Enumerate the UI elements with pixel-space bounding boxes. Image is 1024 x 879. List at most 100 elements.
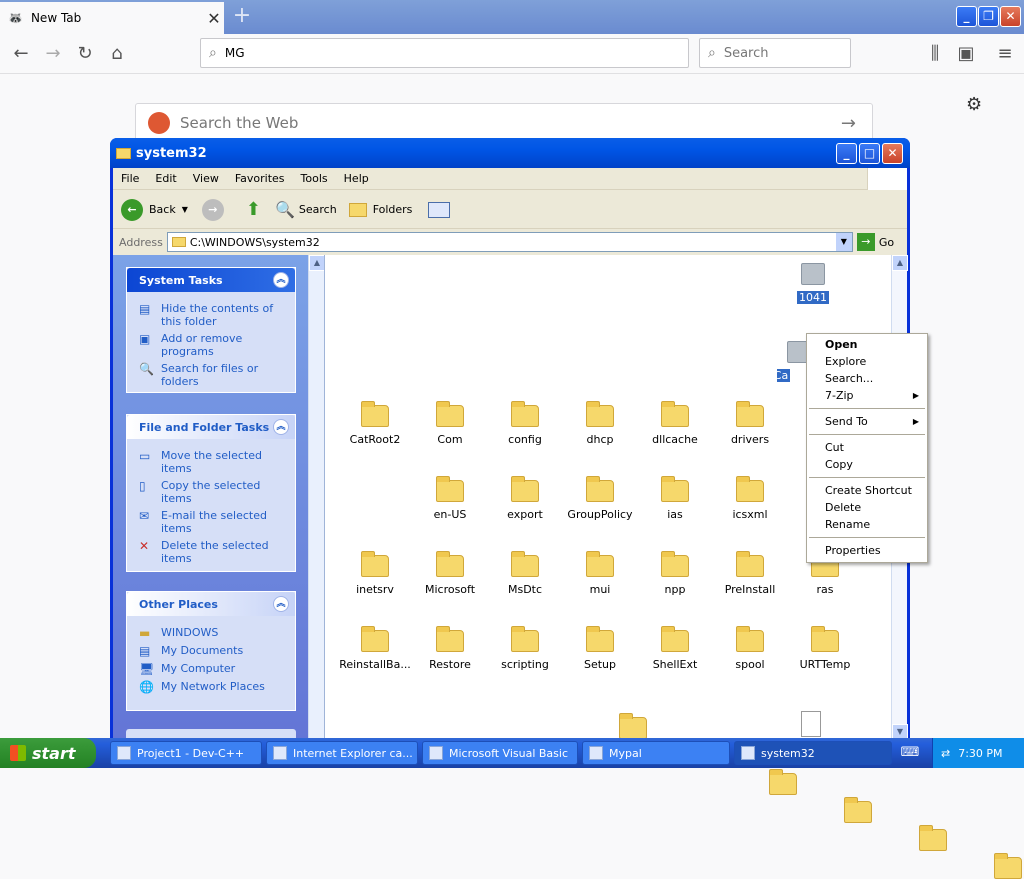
task-pane-scrollbar[interactable]: ▲ <box>308 255 325 740</box>
web-search-box[interactable]: Search the Web → <box>135 103 873 143</box>
restore-button[interactable]: ❐ <box>978 6 999 27</box>
task-move-items[interactable]: ▭ Move the selected items <box>127 447 295 477</box>
folder-item[interactable]: export <box>489 476 561 521</box>
collapse-chevron-icon[interactable]: ︽ <box>273 419 289 435</box>
folder-item[interactable]: ShellExt <box>639 626 711 671</box>
folder-item[interactable]: Restore <box>414 626 486 671</box>
file-folder-tasks-header[interactable]: File and Folder Tasks ︽ <box>127 415 295 439</box>
context-menu-item[interactable]: Cut <box>807 439 927 456</box>
folder-item[interactable]: ReinstallBa... <box>339 626 411 671</box>
menu-file[interactable]: File <box>113 172 147 185</box>
network-tray-icon[interactable]: ⇄ <box>941 747 950 760</box>
context-menu-item[interactable]: Send To ▶ <box>807 413 927 430</box>
arrow-right-icon[interactable]: → <box>841 113 856 134</box>
context-menu-item[interactable]: Delete <box>807 499 927 516</box>
forward-arrow-icon[interactable]: → <box>201 198 224 221</box>
folder-item[interactable]: CatRoot2 <box>339 401 411 446</box>
folder-item[interactable]: PreInstall <box>714 551 786 596</box>
search-bar[interactable]: ⌕ Search <box>699 38 851 68</box>
dropdown-arrow-icon[interactable]: ▼ <box>182 205 188 214</box>
context-menu-item[interactable]: Properties <box>807 542 927 559</box>
scroll-up-icon[interactable]: ▲ <box>892 255 908 271</box>
address-field[interactable]: C:\WINDOWS\system32 ▼ <box>166 232 853 252</box>
task-email-items[interactable]: ✉ E-mail the selected items <box>127 507 295 537</box>
explorer-title-bar[interactable]: system32 <box>110 138 910 168</box>
folder-item[interactable]: Microsoft <box>414 551 486 596</box>
folder-item[interactable]: inetsrv <box>339 551 411 596</box>
folder-item[interactable]: en-US <box>414 476 486 521</box>
url-input-value[interactable]: MG <box>225 46 245 60</box>
context-menu-item[interactable]: Copy <box>807 456 927 473</box>
up-folder-icon[interactable]: ⬆ <box>246 199 261 220</box>
collapse-chevron-icon[interactable]: ︽ <box>273 272 289 288</box>
start-button[interactable]: start <box>0 738 96 768</box>
reload-icon[interactable]: ↻ <box>72 42 98 66</box>
task-copy-items[interactable]: ▯ Copy the selected items <box>127 477 295 507</box>
context-menu-item[interactable]: 7-Zip ▶ <box>807 387 927 404</box>
explorer-minimize-button[interactable]: _ <box>836 143 857 164</box>
home-icon[interactable]: ⌂ <box>104 42 130 66</box>
search-button[interactable]: 🔍 Search <box>275 200 337 219</box>
other-places-header[interactable]: Other Places ︽ <box>127 592 295 616</box>
folder-item[interactable]: icsxml <box>714 476 786 521</box>
forward-arrow-icon[interactable]: → <box>40 42 66 66</box>
place-my-network-places[interactable]: 🌐 My Network Places <box>127 678 295 696</box>
folder-item-catroot[interactable]: Ca <box>777 341 807 382</box>
folder-item[interactable]: npp <box>639 551 711 596</box>
place-my-documents[interactable]: ▤ My Documents <box>127 642 295 660</box>
folder-item[interactable]: MsDtc <box>489 551 561 596</box>
place-my-computer[interactable]: 🖥 My Computer <box>127 660 295 678</box>
taskbar-button[interactable]: Internet Explorer ca... <box>266 741 418 765</box>
keyboard-icon[interactable]: ⌨ <box>898 745 922 763</box>
menu-edit[interactable]: Edit <box>147 172 184 185</box>
dropdown-arrow-icon[interactable]: ▼ <box>835 233 852 251</box>
back-button[interactable]: ← Back ▼ <box>121 198 188 221</box>
folder-item[interactable]: spool <box>714 626 786 671</box>
gear-icon[interactable]: ⚙ <box>966 94 982 115</box>
collapse-chevron-icon[interactable]: ︽ <box>273 596 289 612</box>
folder-item[interactable]: dhcp <box>564 401 636 446</box>
system-tasks-header[interactable]: System Tasks ︽ <box>127 268 295 292</box>
context-menu-item[interactable]: Create Shortcut <box>807 482 927 499</box>
close-window-button[interactable]: ✕ <box>1000 6 1021 27</box>
go-button[interactable]: → Go <box>856 233 894 251</box>
menu-help[interactable]: Help <box>336 172 377 185</box>
menu-favorites[interactable]: Favorites <box>227 172 293 185</box>
new-tab-button[interactable]: + <box>230 4 254 28</box>
explorer-close-button[interactable]: ✕ <box>882 143 903 164</box>
url-bar[interactable]: ⌕ MG <box>200 38 689 68</box>
address-value[interactable]: C:\WINDOWS\system32 <box>190 236 836 249</box>
taskbar-button[interactable]: Microsoft Visual Basic <box>422 741 578 765</box>
folder-item[interactable]: dllcache <box>639 401 711 446</box>
folder-item[interactable]: ias <box>639 476 711 521</box>
context-menu-item[interactable]: Explore <box>807 353 927 370</box>
folder-item[interactable]: config <box>489 401 561 446</box>
views-icon[interactable] <box>428 201 451 218</box>
menu-view[interactable]: View <box>185 172 227 185</box>
taskbar-button[interactable]: Mypal <box>582 741 730 765</box>
menu-tools[interactable]: Tools <box>293 172 336 185</box>
menu-hamburger-icon[interactable]: ≡ <box>992 42 1018 66</box>
taskbar-button[interactable]: Project1 - Dev-C++ <box>110 741 262 765</box>
task-search-files[interactable]: 🔍 Search for files or folders <box>127 360 295 390</box>
task-add-remove-programs[interactable]: ▣ Add or remove programs <box>127 330 295 360</box>
context-menu-item[interactable]: Search... <box>807 370 927 387</box>
place-windows[interactable]: ▬ WINDOWS <box>127 624 295 642</box>
scroll-up-icon[interactable]: ▲ <box>309 255 325 271</box>
task-delete-items[interactable]: ✕ Delete the selected items <box>127 537 295 567</box>
context-menu-item[interactable]: Open <box>807 336 927 353</box>
folder-item[interactable]: scripting <box>489 626 561 671</box>
library-icon[interactable]: ⫼ <box>922 42 948 66</box>
folders-button[interactable]: Folders <box>348 202 412 217</box>
folder-item-1041[interactable]: 1041 <box>777 263 849 304</box>
sidebar-icon[interactable]: ▣ <box>953 42 979 66</box>
folder-item[interactable]: drivers <box>714 401 786 446</box>
minimize-button[interactable]: _ <box>956 6 977 27</box>
folder-item[interactable]: Setup <box>564 626 636 671</box>
context-menu-item[interactable]: Rename <box>807 516 927 533</box>
browser-tab[interactable]: 🦝 New Tab ✕ <box>0 2 224 34</box>
explorer-maximize-button[interactable]: □ <box>859 143 880 164</box>
folder-item[interactable]: Com <box>414 401 486 446</box>
taskbar-button[interactable]: system32 <box>734 741 892 765</box>
folder-item[interactable]: URTTemp <box>789 626 861 671</box>
